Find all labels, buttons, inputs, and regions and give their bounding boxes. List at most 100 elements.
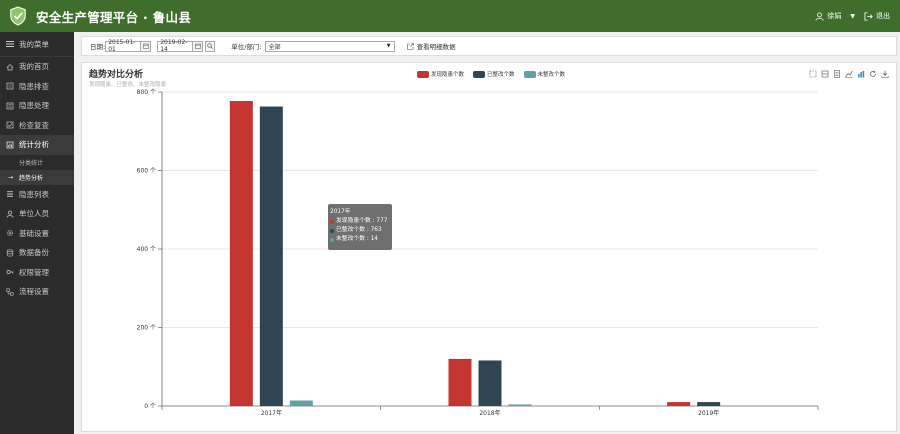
tooltip-row: 发现隐患个数 : 777: [330, 217, 390, 226]
user-area: 徐娟 ▼ 退出: [815, 0, 890, 32]
search-button[interactable]: [205, 40, 216, 52]
bar: [697, 402, 721, 406]
sidebar-sub-item[interactable]: → 趋势分析: [0, 169, 74, 185]
dept-select[interactable]: 全部 ▼: [264, 40, 395, 52]
dept-label: 单位/部门:: [231, 43, 262, 51]
end-date-input[interactable]: 2019-02-14: [157, 39, 194, 53]
list-icon: [7, 191, 13, 198]
bar-chart-icon[interactable]: [857, 70, 865, 78]
menu-icon: [6, 41, 14, 47]
chevron-down-icon: ▼: [386, 43, 391, 49]
start-date-input[interactable]: 2015-01-01: [105, 39, 142, 53]
series-dot: [330, 237, 334, 242]
trend-bar-chart: 0 个 200 个 400 个 600 个 800 个 2017年 2018年 2019年: [137, 89, 819, 417]
line-chart-icon[interactable]: [845, 70, 853, 78]
chart-subtitle: 发现隐患、已整改、未整改隐患: [89, 82, 167, 88]
app-title: 安全生产管理平台 · 鲁山县: [36, 9, 192, 25]
refresh-icon[interactable]: [869, 70, 877, 78]
user-icon: [815, 11, 824, 21]
search-icon: [207, 43, 214, 49]
bar: [289, 400, 313, 406]
sidebar-item[interactable]: 我的首页: [0, 57, 74, 77]
tooltip-row: 已整改个数 : 763: [330, 226, 390, 235]
chart-icon: [6, 141, 14, 149]
sidebar-item-label: 数据备份: [19, 248, 49, 258]
legend-item[interactable]: 已整改个数: [473, 70, 515, 78]
bar: [478, 360, 502, 406]
home-icon: [6, 63, 14, 71]
bar: [508, 404, 532, 406]
logout-icon[interactable]: [864, 11, 873, 21]
sidebar-item[interactable]: 单位人员: [0, 204, 74, 224]
sidebar-item[interactable]: 隐患处理: [0, 96, 74, 116]
legend-swatch: [417, 70, 429, 78]
logout-link[interactable]: 退出: [876, 11, 890, 21]
legend-item[interactable]: 未整改个数: [523, 70, 566, 78]
y-tick-label: 600 个: [137, 168, 156, 175]
data-view-icon[interactable]: [833, 70, 841, 78]
sidebar-item[interactable]: 统计分析: [0, 135, 74, 155]
legend-label: 已整改个数: [487, 72, 515, 78]
y-tick-label: 400 个: [137, 246, 156, 253]
top-bar: 安全生产管理平台 · 鲁山县 徐娟 ▼ 退出: [0, 0, 900, 32]
chart-title: 趋势对比分析: [89, 70, 144, 80]
sidebar-sub-item-label: 分类统计: [19, 159, 44, 167]
sidebar-item[interactable]: 数据备份: [0, 243, 74, 263]
user-name[interactable]: 徐娟: [827, 11, 841, 21]
dept-value: 全部: [268, 43, 281, 51]
sidebar-item-label: 统计分析: [19, 140, 49, 150]
y-tick-label: 800 个: [137, 89, 156, 96]
zoom-icon[interactable]: [809, 70, 817, 78]
sidebar-item-label: 基础设置: [19, 228, 49, 238]
chart-panel: 0 个 200 个 400 个 600 个 800 个 2017年 2018年 2019年 趋…: [81, 62, 897, 432]
zoom-reset-icon[interactable]: [821, 70, 829, 78]
sidebar-sub-item-label: 趋势分析: [19, 174, 44, 182]
tooltip-row-text: 发现隐患个数 : 777: [336, 218, 388, 224]
arrow-right-icon: →: [8, 173, 14, 181]
calendar-icon[interactable]: [141, 40, 152, 52]
y-tick-label: 0 个: [144, 403, 156, 410]
tooltip-row-text: 未整改个数 : 14: [336, 236, 378, 242]
x-tick-label: 2019年: [698, 409, 719, 417]
series-dot: [330, 219, 334, 224]
sidebar: 我的菜单 我的首页隐患排查隐患处理检查复查统计分析分类统计 → 趋势分析隐患列表 单位…: [0, 32, 74, 434]
legend-label: 发现隐患个数: [431, 72, 465, 78]
sidebar-item-label: 我的首页: [19, 62, 49, 72]
calendar-icon[interactable]: [193, 40, 204, 52]
sidebar-sub-item[interactable]: 分类统计: [0, 155, 74, 170]
series-dot: [330, 228, 334, 233]
legend-label: 未整改个数: [537, 72, 566, 78]
chart-tooltip: 2017年 发现隐患个数 : 777 已整改个数 : 763 未整改个数 : 1…: [328, 204, 392, 250]
gear-icon: [7, 230, 13, 237]
sidebar-item[interactable]: 检查复查: [0, 116, 74, 136]
tooltip-row: 未整改个数 : 14: [330, 235, 390, 244]
sidebar-item-label: 隐患处理: [19, 101, 49, 111]
sidebar-item[interactable]: 隐患列表: [0, 185, 74, 205]
shield-check-icon: [10, 6, 26, 26]
chart-toolbox: [809, 70, 889, 78]
key-icon: [6, 270, 14, 275]
chevron-down-icon[interactable]: ▼: [850, 13, 855, 20]
menu-label: 我的菜单: [19, 39, 49, 49]
sidebar-item[interactable]: 基础设置: [0, 224, 74, 244]
sidebar-item[interactable]: 隐患排查: [0, 77, 74, 97]
flow-icon: [6, 288, 14, 296]
sidebar-item-label: 检查复查: [19, 120, 49, 130]
sidebar-item[interactable]: 流程设置: [0, 282, 74, 302]
sidebar-item[interactable]: 权限管理: [0, 263, 74, 283]
bar: [259, 106, 283, 407]
sidebar-item-label: 流程设置: [19, 287, 49, 297]
menu-header[interactable]: 我的菜单: [0, 32, 74, 57]
view-detail-label: 查看明细数据: [416, 43, 456, 51]
tooltip-row-text: 已整改个数 : 763: [336, 227, 382, 233]
tooltip-title: 2017年: [330, 209, 351, 215]
download-icon[interactable]: [881, 70, 889, 78]
legend-item[interactable]: 发现隐患个数: [417, 70, 464, 78]
chart-legend: 发现隐患个数 已整改个数 未整改个数: [417, 70, 565, 78]
bar: [448, 358, 472, 406]
x-tick-label: 2017年: [261, 409, 282, 417]
date-label: 日期:: [90, 43, 106, 51]
view-detail-link[interactable]: 查看明细数据: [406, 41, 456, 51]
sidebar-item-label: 权限管理: [19, 267, 49, 277]
nav-list: 我的首页隐患排查隐患处理检查复查统计分析分类统计 → 趋势分析隐患列表 单位人员基础设…: [0, 57, 74, 302]
